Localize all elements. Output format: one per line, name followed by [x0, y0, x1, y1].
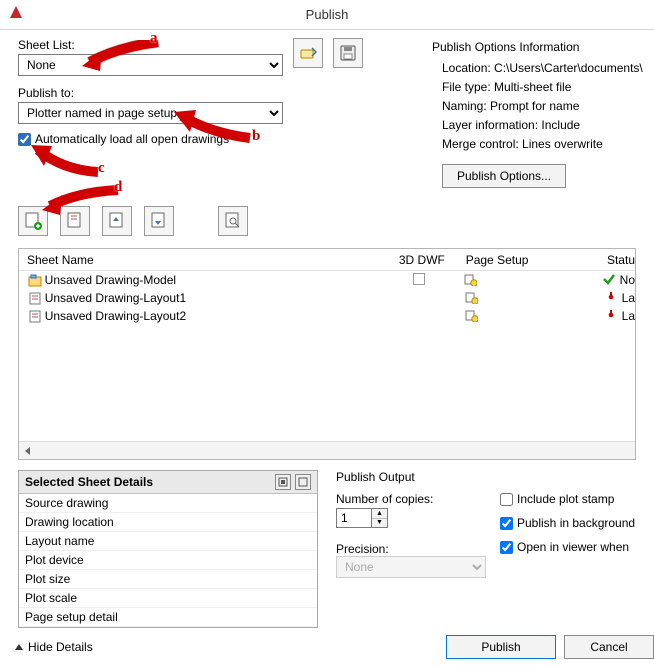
publish-bg-input[interactable] — [500, 517, 513, 530]
precision-label: Precision: — [336, 542, 486, 556]
publish-button[interactable]: Publish — [446, 635, 556, 659]
preview-icon — [223, 211, 243, 231]
sheet-down-icon — [149, 211, 169, 231]
publish-output-header: Publish Output — [336, 470, 652, 484]
col-status[interactable]: Statu — [601, 253, 635, 267]
table-row[interactable]: Unsaved Drawing-Layout2 La — [19, 307, 635, 325]
detail-row: Page setup detail — [19, 608, 317, 627]
status-text: La — [622, 309, 635, 323]
move-up-button[interactable] — [102, 206, 132, 236]
detail-row: Source drawing — [19, 494, 317, 513]
precision-dropdown: None — [336, 556, 486, 578]
dwf-checkbox[interactable] — [390, 273, 449, 288]
table-row[interactable]: Unsaved Drawing-Layout1 La — [19, 289, 635, 307]
save-list-button[interactable] — [333, 38, 363, 68]
status-text: No — [620, 273, 635, 287]
options-info-header: Publish Options Information — [432, 38, 654, 57]
add-sheets-button[interactable] — [18, 206, 48, 236]
sheet-name: Unsaved Drawing-Layout1 — [45, 291, 392, 305]
publish-to-label: Publish to: — [18, 86, 283, 100]
status-icon — [602, 272, 616, 289]
col-sheet-name[interactable]: Sheet Name — [19, 253, 392, 267]
cancel-button[interactable]: Cancel — [564, 635, 654, 659]
publish-bg-checkbox[interactable]: Publish in background — [500, 516, 635, 530]
publish-options-button[interactable]: Publish Options... — [442, 164, 566, 188]
publish-to-dropdown[interactable]: Plotter named in page setup — [18, 102, 283, 124]
open-viewer-input[interactable] — [500, 541, 513, 554]
page-setup-icon — [463, 272, 477, 289]
autoload-label: Automatically load all open drawings — [35, 132, 229, 146]
status-icon — [604, 290, 618, 307]
detail-row: Plot size — [19, 570, 317, 589]
detail-row: Plot scale — [19, 589, 317, 608]
window-title: Publish — [0, 7, 654, 22]
detail-row: Plot device — [19, 551, 317, 570]
sheet-type-icon — [27, 291, 43, 305]
spinner-up-icon[interactable]: ▲ — [372, 509, 387, 519]
remove-sheets-button[interactable] — [60, 206, 90, 236]
page-setup-icon — [464, 308, 478, 325]
sheet-type-icon — [27, 309, 43, 323]
detail-row: Layout name — [19, 532, 317, 551]
import-list-button[interactable] — [293, 38, 323, 68]
triangle-up-icon — [14, 642, 24, 652]
autoload-checkbox[interactable]: Automatically load all open drawings — [18, 132, 283, 146]
sheet-type-icon — [27, 273, 43, 287]
selected-sheet-details: Selected Sheet Details Source drawingDra… — [18, 470, 318, 628]
table-header: Sheet Name 3D DWF Page Setup Statu — [19, 249, 635, 271]
include-stamp-checkbox[interactable]: Include plot stamp — [500, 492, 635, 506]
page-setup-icon — [464, 290, 478, 307]
preview-button[interactable] — [218, 206, 248, 236]
copies-spinner[interactable]: ▲ ▼ — [336, 508, 486, 528]
details-expand-icon[interactable] — [295, 474, 311, 490]
copies-input[interactable] — [336, 508, 372, 528]
details-collapse-icon[interactable] — [275, 474, 291, 490]
sheet-list-table: Sheet Name 3D DWF Page Setup Statu Unsav… — [18, 248, 636, 460]
open-viewer-checkbox[interactable]: Open in viewer when — [500, 540, 635, 554]
horizontal-scrollbar[interactable] — [19, 441, 635, 459]
sheet-minus-icon — [65, 211, 85, 231]
sheet-name: Unsaved Drawing-Layout2 — [45, 309, 392, 323]
detail-row: Drawing location — [19, 513, 317, 532]
status-text: La — [622, 291, 635, 305]
sheet-list-label: Sheet List: — [18, 38, 283, 52]
include-stamp-input[interactable] — [500, 493, 513, 506]
publish-options-info: Publish Options Information Location: C:… — [432, 38, 654, 188]
hide-details-toggle[interactable]: Hide Details — [14, 640, 93, 654]
move-down-button[interactable] — [144, 206, 174, 236]
autoload-input[interactable] — [18, 133, 31, 146]
details-header: Selected Sheet Details — [25, 475, 153, 489]
col-3d-dwf[interactable]: 3D DWF — [392, 253, 452, 267]
spinner-down-icon[interactable]: ▼ — [372, 519, 387, 528]
status-icon — [604, 308, 618, 325]
col-page-setup[interactable]: Page Setup — [452, 253, 601, 267]
titlebar: Publish — [0, 0, 654, 30]
copies-label: Number of copies: — [336, 492, 486, 506]
save-disk-icon — [339, 44, 357, 62]
sheet-up-icon — [107, 211, 127, 231]
sheet-name: Unsaved Drawing-Model — [45, 273, 390, 287]
sheet-list-dropdown[interactable]: None — [18, 54, 283, 76]
table-row[interactable]: Unsaved Drawing-Model No — [19, 271, 635, 289]
sheet-plus-icon — [23, 211, 43, 231]
folder-arrow-icon — [299, 44, 317, 62]
